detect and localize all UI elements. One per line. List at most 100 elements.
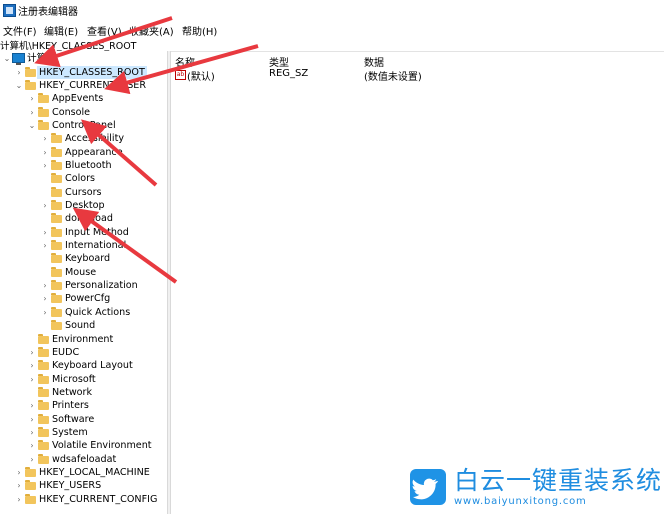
tree-node[interactable]: Sound <box>0 319 167 332</box>
chevron-right-icon[interactable]: › <box>41 239 49 252</box>
tree-node[interactable]: › wdsafeloadat <box>0 453 167 466</box>
tree-node-computer[interactable]: ⌄ 计算机 <box>0 52 167 65</box>
tree-node[interactable]: › HKEY_USERS <box>0 479 167 492</box>
tree-node[interactable]: › HKEY_CLASSES_ROOT <box>0 65 167 79</box>
tree-node-label: HKEY_LOCAL_MACHINE <box>39 467 150 478</box>
folder-icon <box>51 133 62 144</box>
chevron-right-icon[interactable]: › <box>41 146 49 159</box>
tree-node[interactable]: › Personalization <box>0 279 167 292</box>
tree-node-label: Microsoft <box>52 373 96 385</box>
address-bar[interactable]: 计算机\HKEY_CLASSES_ROOT <box>0 37 664 52</box>
chevron-right-icon[interactable]: › <box>28 399 36 412</box>
value-name[interactable]: (默认) <box>187 68 215 83</box>
tree-node-label: Printers <box>52 400 89 412</box>
chevron-right-icon[interactable]: › <box>28 413 36 426</box>
folder-icon <box>51 213 62 224</box>
tree-node[interactable]: Mouse <box>0 266 167 279</box>
values-list[interactable]: 名称 类型 数据 ab (默认) REG_SZ (数值未设置) <box>171 51 664 514</box>
folder-icon <box>38 373 49 384</box>
tree-node[interactable]: › Appearance <box>0 146 167 159</box>
chevron-right-icon[interactable]: › <box>41 132 49 145</box>
chevron-down-icon[interactable]: ⌄ <box>28 119 36 132</box>
chevron-right-icon[interactable]: › <box>28 359 36 372</box>
tree-node[interactable]: don't load <box>0 212 167 225</box>
tree-node[interactable]: › International <box>0 239 167 252</box>
column-header-name[interactable]: 名称 <box>175 54 195 69</box>
folder-icon <box>38 440 49 451</box>
tree-node-label: Sound <box>65 320 96 332</box>
tree-node[interactable]: › Bluetooth <box>0 159 167 172</box>
tree-node[interactable]: Cursors <box>0 186 167 199</box>
tree-node[interactable]: › Desktop <box>0 199 167 212</box>
address-path[interactable]: 计算机\HKEY_CLASSES_ROOT <box>0 38 136 52</box>
chevron-right-icon[interactable]: › <box>28 439 36 452</box>
tree-node-label: Colors <box>65 173 96 185</box>
chevron-right-icon[interactable]: › <box>41 226 49 239</box>
chevron-right-icon[interactable]: › <box>41 306 49 319</box>
column-header-data[interactable]: 数据 <box>364 54 384 69</box>
tree-node[interactable]: › Software <box>0 413 167 426</box>
chevron-right-icon[interactable]: › <box>28 453 36 466</box>
registry-tree[interactable]: ⌄ 计算机 › HKEY_CLASSES_ROOT ⌄ HKEY_CURRENT_US… <box>0 51 167 514</box>
folder-icon <box>38 453 49 464</box>
column-header-type[interactable]: 类型 <box>269 54 289 69</box>
value-type: REG_SZ <box>269 68 309 79</box>
tree-node[interactable]: ⌄ Control Panel <box>0 119 167 132</box>
chevron-right-icon[interactable]: › <box>15 479 23 492</box>
tree-node[interactable]: › Input Method <box>0 226 167 239</box>
folder-icon <box>51 320 62 331</box>
tree-node-label: PowerCfg <box>65 293 111 305</box>
chevron-right-icon[interactable]: › <box>41 279 49 292</box>
tree-node-label: HKEY_CURRENT_USER <box>39 79 147 91</box>
tree-node[interactable]: › AppEvents <box>0 92 167 105</box>
tree-node[interactable]: › PowerCfg <box>0 292 167 305</box>
folder-icon <box>25 66 36 77</box>
tree-node[interactable]: › Keyboard Layout <box>0 359 167 372</box>
chevron-right-icon[interactable]: › <box>15 493 23 506</box>
chevron-right-icon[interactable]: › <box>28 373 36 386</box>
tree-node[interactable]: ⌄ HKEY_CURRENT_USER <box>0 79 167 92</box>
title-bar: 注册表编辑器 <box>0 0 664 20</box>
tree-node[interactable]: Environment <box>0 333 167 346</box>
chevron-right-icon[interactable]: › <box>41 159 49 172</box>
tree-node[interactable]: Network <box>0 386 167 399</box>
tree-node[interactable]: Colors <box>0 172 167 185</box>
tree-node[interactable]: › Microsoft <box>0 373 167 386</box>
menu-edit[interactable]: 编辑(E) <box>44 23 78 38</box>
chevron-right-icon[interactable]: › <box>15 66 23 79</box>
chevron-right-icon[interactable]: › <box>28 106 36 119</box>
tree-node-label: Software <box>52 413 95 425</box>
chevron-down-icon[interactable]: ⌄ <box>15 79 23 92</box>
tree-node[interactable]: › HKEY_CURRENT_CONFIG <box>0 493 167 506</box>
chevron-right-icon[interactable]: › <box>28 426 36 439</box>
menu-favorites[interactable]: 收藏夹(A) <box>129 23 174 38</box>
folder-icon <box>51 160 62 170</box>
tree-node[interactable]: › Printers <box>0 399 167 412</box>
tree-node-label: Environment <box>52 333 114 345</box>
tree-node[interactable]: › Volatile Environment <box>0 439 167 452</box>
tree-node[interactable]: › System <box>0 426 167 439</box>
chevron-down-icon[interactable]: ⌄ <box>3 52 11 65</box>
tree-node[interactable]: › Console <box>0 106 167 119</box>
tree-node[interactable]: › Quick Actions <box>0 306 167 319</box>
chevron-right-icon[interactable]: › <box>15 466 23 479</box>
value-data: (数值未设置) <box>364 72 422 83</box>
folder-icon <box>38 400 49 411</box>
tree-node[interactable]: › HKEY_LOCAL_MACHINE <box>0 466 167 479</box>
menu-help[interactable]: 帮助(H) <box>182 23 217 38</box>
menu-view[interactable]: 查看(V) <box>87 23 122 38</box>
chevron-right-icon[interactable]: › <box>41 199 49 212</box>
tree-node[interactable]: Keyboard <box>0 252 167 265</box>
tree-node[interactable]: › EUDC <box>0 346 167 359</box>
tree-node[interactable]: › Accessibility <box>0 132 167 145</box>
chevron-right-icon[interactable]: › <box>41 292 49 305</box>
tree-node-label: Volatile Environment <box>52 440 152 452</box>
window-title: 注册表编辑器 <box>18 7 78 18</box>
folder-icon <box>38 360 49 371</box>
folder-icon <box>51 240 62 250</box>
chevron-right-icon[interactable]: › <box>28 92 36 105</box>
folder-icon <box>25 467 36 477</box>
chevron-right-icon[interactable]: › <box>28 346 36 359</box>
tree-node-label: Network <box>52 386 93 398</box>
menu-file[interactable]: 文件(F) <box>3 23 37 38</box>
